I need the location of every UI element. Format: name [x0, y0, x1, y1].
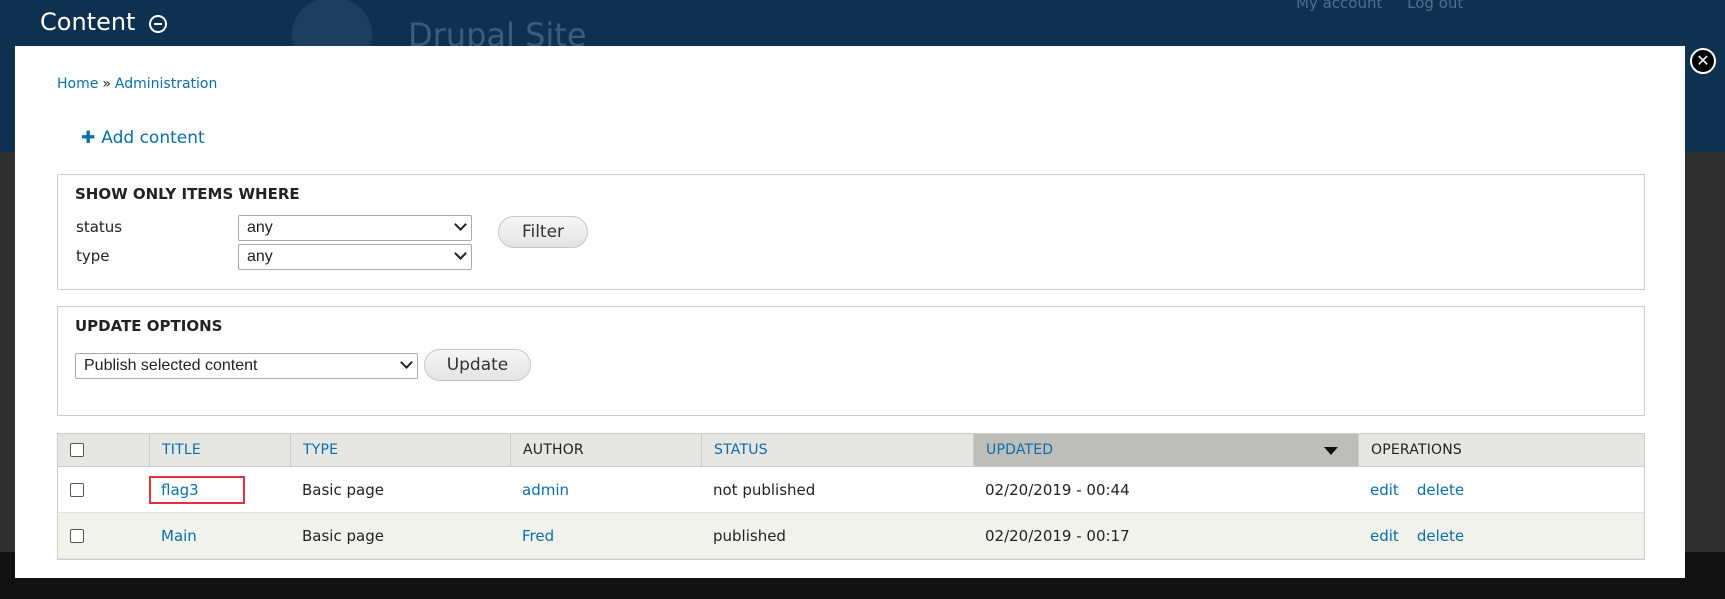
breadcrumb-separator: »: [102, 76, 111, 92]
col-title-link[interactable]: TITLE: [162, 442, 201, 458]
row-author-link[interactable]: admin: [522, 481, 569, 499]
row-author-link[interactable]: Fred: [522, 527, 554, 545]
col-updated-link[interactable]: UPDATED: [986, 442, 1053, 458]
col-author: AUTHOR: [510, 434, 701, 466]
row-checkbox[interactable]: [70, 528, 84, 543]
chevron-down-icon: [400, 356, 413, 369]
row-checkbox-cell: [58, 513, 149, 558]
row-type: Basic page: [302, 480, 384, 499]
type-label: type: [76, 247, 110, 265]
filter-heading: SHOW ONLY ITEMS WHERE: [75, 185, 300, 203]
row-title-link[interactable]: Main: [161, 527, 197, 545]
select-all-cell: [58, 434, 149, 466]
row-title-cell: flag3: [149, 467, 290, 512]
content-table: TITLE TYPE AUTHOR STATUS UPDATED OPERATI…: [57, 433, 1645, 560]
col-operations: OPERATIONS: [1358, 434, 1644, 466]
row-updated: 02/20/2019 - 00:44: [985, 480, 1130, 499]
col-updated[interactable]: UPDATED: [973, 434, 1358, 466]
status-select[interactable]: any: [238, 215, 472, 241]
chevron-down-icon: [454, 247, 467, 260]
col-type-link[interactable]: TYPE: [303, 442, 338, 458]
update-button[interactable]: Update: [424, 349, 531, 381]
row-author-cell: Fred: [510, 513, 701, 558]
my-account-link[interactable]: My account: [1296, 0, 1382, 12]
filter-fieldset: SHOW ONLY ITEMS WHERE status any type an…: [57, 174, 1645, 290]
row-status: not published: [713, 480, 816, 499]
row-operations: edit delete: [1358, 513, 1644, 558]
log-out-link[interactable]: Log out: [1407, 0, 1463, 12]
close-icon[interactable]: ✕: [1690, 48, 1716, 74]
update-action-value: Publish selected content: [84, 357, 258, 374]
update-action-select[interactable]: Publish selected content: [75, 353, 418, 379]
page-title: Content: [40, 8, 136, 36]
plus-icon: ✚: [81, 128, 96, 148]
update-options-heading: UPDATE OPTIONS: [75, 317, 223, 335]
update-options-fieldset: UPDATE OPTIONS Publish selected content …: [57, 306, 1645, 416]
type-select-value: any: [247, 248, 273, 265]
site-user-links: My account Log out: [1296, 0, 1483, 12]
breadcrumb-home[interactable]: Home: [57, 76, 98, 92]
col-status-link[interactable]: STATUS: [714, 442, 768, 458]
content-overlay-panel: Home» Administration ✚ Add content SHOW O…: [15, 46, 1685, 578]
status-label: status: [76, 218, 123, 236]
status-select-value: any: [247, 219, 273, 236]
row-checkbox[interactable]: [70, 482, 84, 497]
row-title-link[interactable]: flag3: [149, 475, 245, 504]
col-type[interactable]: TYPE: [290, 434, 510, 466]
col-title[interactable]: TITLE: [149, 434, 290, 466]
edit-link[interactable]: edit: [1370, 481, 1399, 499]
breadcrumb: Home» Administration: [57, 76, 217, 92]
filter-button[interactable]: Filter: [498, 216, 588, 248]
table-row: Main Basic page Fred published 02/20/201…: [58, 513, 1644, 559]
delete-link[interactable]: delete: [1417, 527, 1464, 545]
table-row: flag3 Basic page admin not published 02/…: [58, 467, 1644, 513]
chevron-down-icon: [454, 218, 467, 231]
breadcrumb-administration[interactable]: Administration: [115, 76, 217, 92]
row-status: published: [713, 526, 786, 545]
row-checkbox-cell: [58, 467, 149, 512]
row-type: Basic page: [302, 526, 384, 545]
delete-link[interactable]: delete: [1417, 481, 1464, 499]
sort-descending-icon: [1324, 447, 1338, 455]
type-select[interactable]: any: [238, 244, 472, 270]
minus-circle-icon[interactable]: [149, 15, 168, 33]
add-content-link[interactable]: ✚ Add content: [81, 128, 205, 148]
row-author-cell: admin: [510, 467, 701, 512]
row-operations: edit delete: [1358, 467, 1644, 512]
overlay-title-bar: Content: [40, 8, 168, 36]
add-content-label: Add content: [101, 128, 205, 148]
edit-link[interactable]: edit: [1370, 527, 1399, 545]
row-title-cell: Main: [149, 513, 290, 558]
col-status[interactable]: STATUS: [701, 434, 973, 466]
select-all-checkbox[interactable]: [70, 443, 84, 457]
table-header: TITLE TYPE AUTHOR STATUS UPDATED OPERATI…: [58, 434, 1644, 467]
row-updated: 02/20/2019 - 00:17: [985, 526, 1130, 545]
